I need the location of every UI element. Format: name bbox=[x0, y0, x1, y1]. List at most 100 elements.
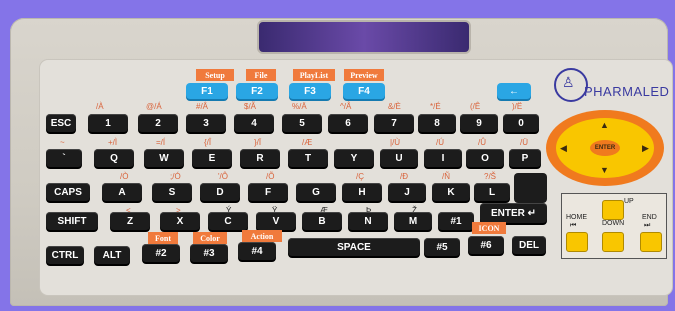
key-hash5[interactable]: #5 bbox=[424, 238, 460, 256]
key-b[interactable]: B bbox=[302, 212, 342, 230]
key-f[interactable]: F bbox=[248, 183, 288, 201]
key-t[interactable]: T bbox=[288, 149, 328, 167]
key-u[interactable]: U bbox=[380, 149, 418, 167]
acc-t: /Æ bbox=[302, 138, 313, 147]
key-1[interactable]: 1 bbox=[88, 114, 128, 132]
tag-file: File bbox=[246, 69, 276, 81]
ctrl-key[interactable]: CTRL bbox=[46, 246, 84, 264]
key-c[interactable]: C bbox=[208, 212, 248, 230]
dpad-right-button[interactable]: ▶ bbox=[642, 143, 649, 154]
key-v[interactable]: V bbox=[256, 212, 296, 230]
space-key[interactable]: SPACE bbox=[288, 238, 420, 256]
key-l[interactable]: L bbox=[474, 183, 510, 201]
key-d[interactable]: D bbox=[200, 183, 240, 201]
esc-key[interactable]: ESC bbox=[46, 114, 76, 132]
nav-up-button[interactable] bbox=[602, 200, 624, 220]
nav-end-label: END bbox=[642, 214, 657, 221]
key-n[interactable]: N bbox=[348, 212, 388, 230]
nav-down-button[interactable] bbox=[602, 232, 624, 252]
f4-key[interactable]: F4 bbox=[343, 83, 385, 99]
acc-q: +/Ì bbox=[108, 138, 118, 147]
nav-up-label: UP bbox=[624, 198, 634, 205]
acc-0: )/Ë bbox=[512, 102, 523, 111]
key-s[interactable]: S bbox=[152, 183, 192, 201]
backtick-key[interactable]: ` bbox=[46, 149, 82, 167]
dpad-up-button[interactable]: ▲ bbox=[600, 120, 609, 130]
key-y[interactable]: Y bbox=[334, 149, 374, 167]
key-hash4[interactable]: #4 bbox=[238, 242, 276, 260]
acc-s: ;/Ó bbox=[170, 172, 181, 181]
acc-backtick: ~ bbox=[60, 138, 65, 147]
f3-key[interactable]: F3 bbox=[289, 83, 331, 99]
key-q[interactable]: Q bbox=[94, 149, 134, 167]
key-2[interactable]: 2 bbox=[138, 114, 178, 132]
acc-d: '/Ô bbox=[218, 172, 228, 181]
enter-key[interactable]: ENTER ↵ bbox=[480, 203, 547, 223]
return-icon: ↵ bbox=[527, 207, 537, 219]
key-i[interactable]: I bbox=[424, 149, 462, 167]
key-x[interactable]: X bbox=[160, 212, 200, 230]
alt-key[interactable]: ALT bbox=[94, 246, 130, 264]
acc-5: %/Ä bbox=[292, 102, 307, 111]
dpad-enter-button[interactable]: ENTER bbox=[590, 140, 620, 156]
nav-end-button[interactable] bbox=[640, 232, 662, 252]
nav-home-button[interactable] bbox=[566, 232, 588, 252]
f2-key[interactable]: F2 bbox=[236, 83, 278, 99]
key-5[interactable]: 5 bbox=[282, 114, 322, 132]
tag-color: Color bbox=[193, 232, 227, 244]
f1-key[interactable]: F1 bbox=[186, 83, 228, 99]
acc-e: {/Î bbox=[204, 138, 212, 147]
key-9[interactable]: 9 bbox=[460, 114, 498, 132]
bulb-icon: ♙ bbox=[562, 74, 575, 90]
key-hash6[interactable]: #6 bbox=[468, 236, 504, 254]
acc-a: /Ò bbox=[120, 172, 129, 181]
key-j[interactable]: J bbox=[388, 183, 426, 201]
acc-j: /Ð bbox=[400, 172, 408, 181]
key-o[interactable]: O bbox=[466, 149, 504, 167]
key-6[interactable]: 6 bbox=[328, 114, 368, 132]
key-w[interactable]: W bbox=[144, 149, 184, 167]
acc-r: }/Ï bbox=[254, 138, 262, 147]
key-0[interactable]: 0 bbox=[503, 114, 539, 132]
key-a[interactable]: A bbox=[102, 183, 142, 201]
acc-6: ^/Å bbox=[340, 102, 352, 111]
tag-action: Action bbox=[242, 230, 282, 242]
key-3[interactable]: 3 bbox=[186, 114, 226, 132]
acc-i: /Ú bbox=[436, 138, 444, 147]
acc-p: /Ü bbox=[520, 138, 528, 147]
back-key[interactable]: ← bbox=[497, 83, 531, 99]
shift-key[interactable]: SHIFT bbox=[46, 212, 98, 230]
logo-text: PHARMALED bbox=[584, 84, 670, 99]
key-4[interactable]: 4 bbox=[234, 114, 274, 132]
key-k[interactable]: K bbox=[432, 183, 470, 201]
tag-font: Font bbox=[148, 232, 178, 244]
nav-keypad: UP HOME ⏮ DOWN END ⏭ bbox=[561, 193, 667, 259]
key-hash2[interactable]: #2 bbox=[142, 244, 180, 262]
acc-k: /Ñ bbox=[442, 172, 450, 181]
tag-preview: Preview bbox=[344, 69, 384, 81]
key-h[interactable]: H bbox=[342, 183, 382, 201]
key-e[interactable]: E bbox=[192, 149, 232, 167]
dpad-down-button[interactable]: ▼ bbox=[600, 165, 609, 175]
acc-f: /Õ bbox=[266, 172, 275, 181]
caps-key[interactable]: CAPS bbox=[46, 183, 90, 201]
key-7[interactable]: 7 bbox=[374, 114, 414, 132]
del-key[interactable]: DEL bbox=[512, 236, 546, 254]
dpad-left-button[interactable]: ◀ bbox=[560, 143, 567, 154]
key-g[interactable]: G bbox=[296, 183, 336, 201]
key-hash3[interactable]: #3 bbox=[190, 244, 228, 262]
acc-9: (/Ê bbox=[470, 102, 481, 111]
nav-down-label: DOWN bbox=[602, 220, 625, 227]
key-p[interactable]: P bbox=[509, 149, 541, 167]
acc-3: #/Â bbox=[196, 102, 209, 111]
key-8[interactable]: 8 bbox=[418, 114, 456, 132]
enter-key-top[interactable] bbox=[514, 173, 547, 203]
acc-o: /Û bbox=[478, 138, 486, 147]
acc-8: */É bbox=[430, 102, 441, 111]
key-m[interactable]: M bbox=[394, 212, 432, 230]
key-z[interactable]: Z bbox=[110, 212, 150, 230]
acc-2: @/Á bbox=[146, 102, 162, 111]
home-icon: ⏮ bbox=[570, 222, 577, 229]
key-r[interactable]: R bbox=[240, 149, 280, 167]
key-hash1[interactable]: #1 bbox=[438, 212, 474, 230]
